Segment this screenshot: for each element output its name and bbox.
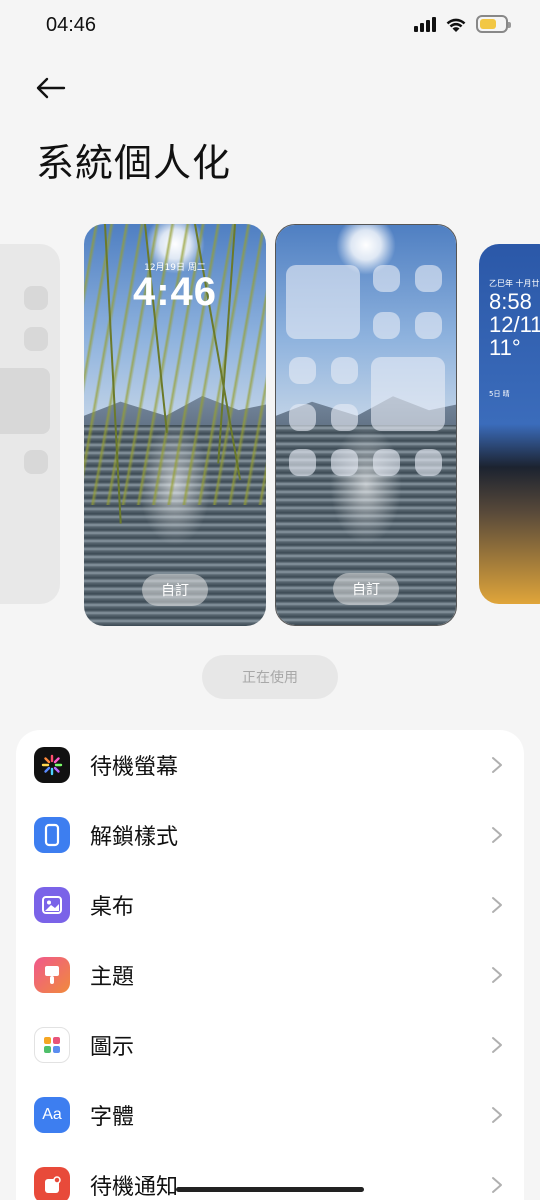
previous-preview-card[interactable] bbox=[0, 244, 60, 604]
app-icon-placeholder bbox=[415, 312, 442, 339]
customize-lock-button[interactable]: 自訂 bbox=[142, 574, 208, 606]
battery-level bbox=[480, 19, 496, 29]
settings-row-label: 字體 bbox=[90, 1105, 135, 1130]
app-icon-placeholder bbox=[373, 265, 400, 292]
settings-row-theme[interactable]: 主題 bbox=[16, 940, 524, 1010]
wifi-icon bbox=[446, 18, 466, 32]
dock-icon bbox=[373, 449, 400, 476]
chevron-right-icon bbox=[492, 1107, 502, 1123]
settings-row-font[interactable]: Aa 字體 bbox=[16, 1080, 524, 1150]
unlock-style-icon bbox=[34, 817, 70, 853]
settings-row-label: 待機通知 bbox=[90, 1175, 179, 1200]
settings-row-icons[interactable]: 圖示 bbox=[16, 1010, 524, 1080]
signal-icon bbox=[414, 16, 436, 32]
app-icon-placeholder bbox=[331, 404, 358, 431]
in-use-button[interactable]: 正在使用 bbox=[202, 655, 338, 699]
next-preview-time-line2: 12/11 bbox=[489, 312, 540, 338]
lock-preview-time: 4:46 bbox=[132, 270, 218, 314]
back-button[interactable] bbox=[28, 68, 72, 108]
widget-medium bbox=[371, 357, 445, 431]
font-aa-icon: Aa bbox=[34, 1097, 70, 1133]
settings-row-standby-notification[interactable]: 待機通知 bbox=[16, 1150, 524, 1200]
standby-notification-icon bbox=[34, 1167, 70, 1200]
next-preview-time-line1: 8:58 bbox=[489, 289, 532, 314]
app-icon-placeholder bbox=[289, 404, 316, 431]
chevron-right-icon bbox=[492, 827, 502, 843]
status-time: 04:46 bbox=[46, 14, 97, 36]
personalization-settings-list: 待機螢幕 解鎖樣式 桌布 主題 圖示 Aa 字體 待機通知 bbox=[16, 730, 524, 1200]
widget-large bbox=[286, 265, 360, 339]
settings-row-unlock-style[interactable]: 解鎖樣式 bbox=[16, 800, 524, 870]
wallpaper-icon bbox=[34, 887, 70, 923]
chevron-right-icon bbox=[492, 1037, 502, 1053]
next-preview-card[interactable]: 乙巳年 十月廿二 8:58 12/11 11° 5日 晴 bbox=[479, 244, 540, 604]
always-on-display-icon bbox=[34, 747, 70, 783]
status-bar: 04:46 bbox=[0, 0, 540, 52]
wallpaper-carousel[interactable]: 12月19日 周二 4:46 自訂 自訂 乙巳年 十月廿二 8:58 12/11 bbox=[0, 222, 540, 628]
settings-row-always-on-display[interactable]: 待機螢幕 bbox=[16, 730, 524, 800]
icons-grid-icon bbox=[34, 1027, 70, 1063]
next-preview-weather: 5日 晴 bbox=[489, 390, 510, 398]
page-title: 系統個人化 bbox=[36, 141, 232, 185]
settings-row-label: 桌布 bbox=[90, 895, 135, 920]
status-icons bbox=[414, 15, 511, 33]
home-indicator[interactable] bbox=[176, 1187, 364, 1192]
dock-icon bbox=[415, 449, 442, 476]
dock-icon bbox=[289, 449, 316, 476]
app-icon-placeholder bbox=[415, 265, 442, 292]
chevron-right-icon bbox=[492, 757, 502, 773]
chevron-right-icon bbox=[492, 1177, 502, 1193]
app-icon-placeholder bbox=[289, 357, 316, 384]
settings-row-wallpaper[interactable]: 桌布 bbox=[16, 870, 524, 940]
dock-icon bbox=[331, 449, 358, 476]
arrow-left-icon bbox=[36, 77, 66, 99]
settings-row-label: 主題 bbox=[90, 965, 135, 990]
next-preview-temp: 11° bbox=[489, 335, 521, 361]
chevron-right-icon bbox=[492, 897, 502, 913]
home-screen-preview[interactable]: 自訂 bbox=[275, 224, 457, 626]
lock-screen-preview[interactable]: 12月19日 周二 4:46 自訂 bbox=[84, 224, 266, 626]
battery-icon bbox=[476, 15, 511, 33]
settings-row-label: 解鎖樣式 bbox=[90, 825, 179, 850]
next-preview-date: 乙巳年 十月廿二 bbox=[489, 279, 540, 288]
chevron-right-icon bbox=[492, 967, 502, 983]
app-icon-placeholder bbox=[373, 312, 400, 339]
next-preview-time: 8:58 12/11 11° bbox=[489, 290, 540, 359]
customize-home-button[interactable]: 自訂 bbox=[333, 573, 399, 605]
app-icon-placeholder bbox=[331, 357, 358, 384]
settings-row-label: 待機螢幕 bbox=[90, 755, 179, 780]
settings-row-label: 圖示 bbox=[90, 1035, 135, 1060]
theme-brush-icon bbox=[34, 957, 70, 993]
